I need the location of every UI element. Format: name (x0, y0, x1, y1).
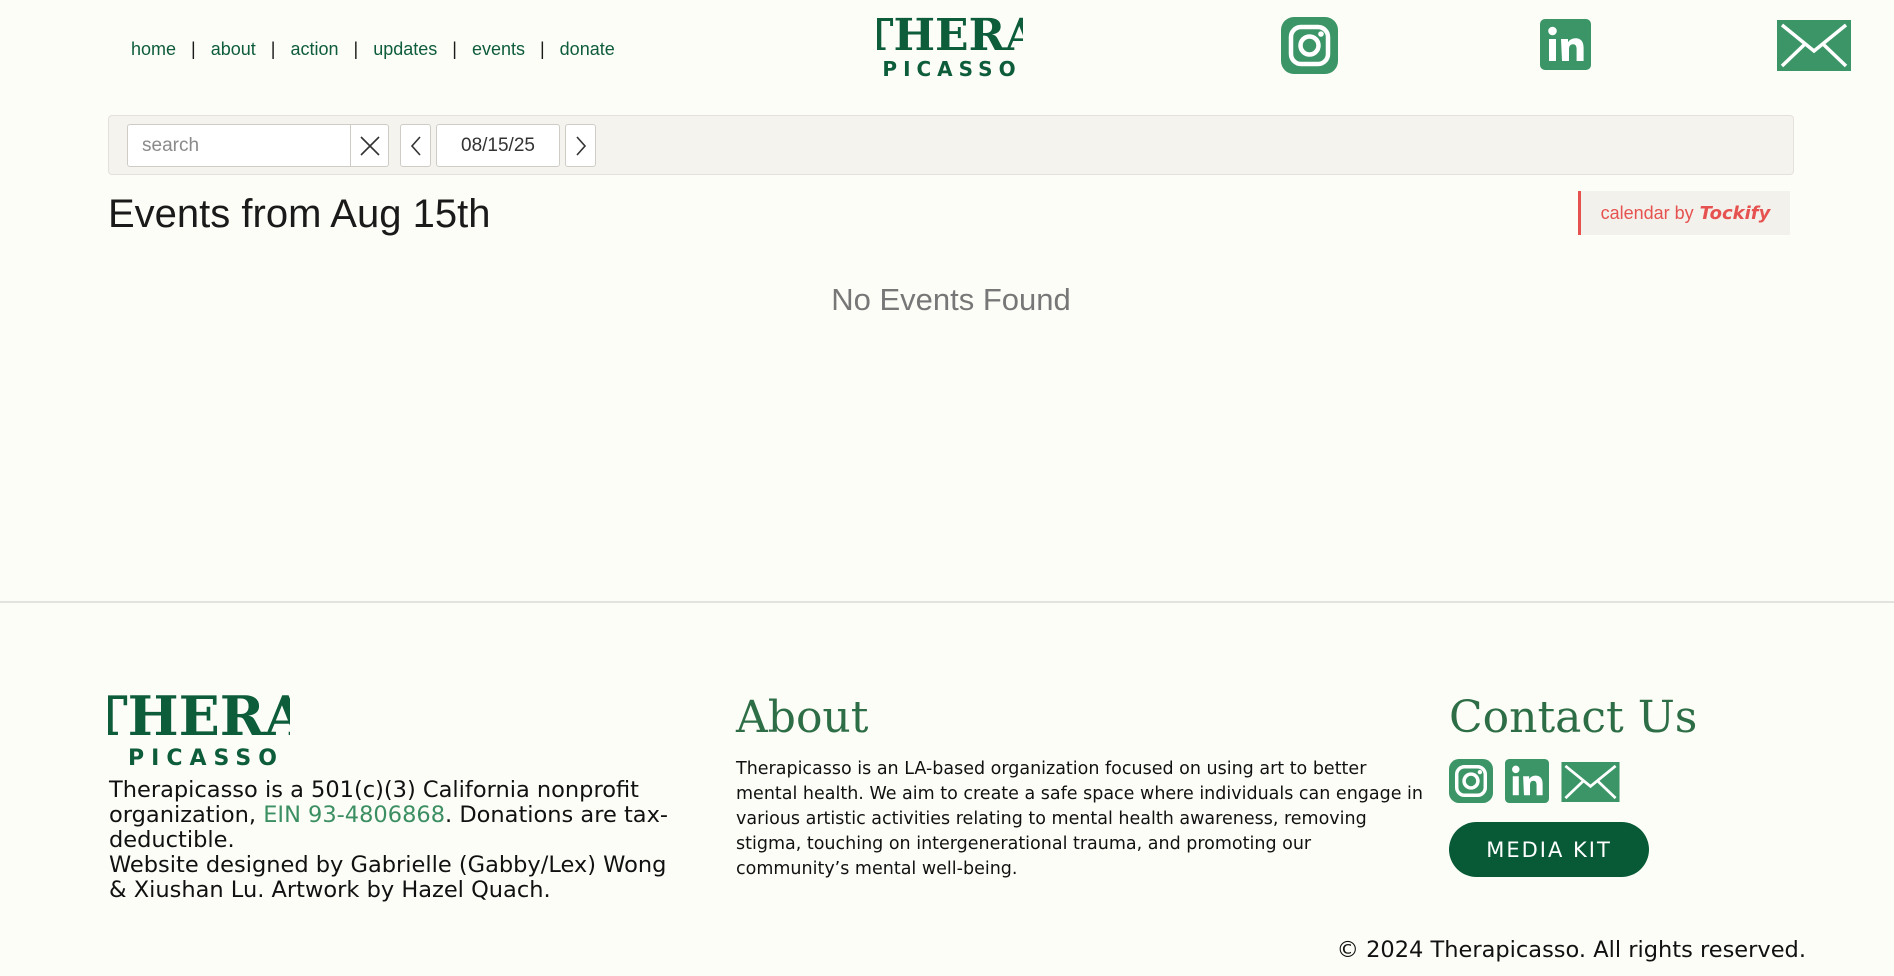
search-box (127, 124, 389, 167)
badge-prefix: calendar by (1600, 202, 1694, 223)
therapicasso-logo[interactable]: THERA PICASSO (861, 10, 1040, 81)
svg-text:PICASSO: PICASSO (882, 57, 1021, 80)
close-icon (359, 135, 380, 156)
nav-link-donate[interactable]: donate (560, 39, 615, 60)
svg-text:THERA: THERA (877, 14, 1023, 61)
nav-link-action[interactable]: action (290, 39, 338, 60)
next-date-button[interactable] (565, 124, 596, 167)
date-picker[interactable]: 08/15/25 (436, 124, 560, 167)
chevron-right-icon (575, 135, 586, 156)
media-kit-button[interactable]: MEDIA KIT (1449, 822, 1649, 877)
main-nav: home | about | action | updates | events… (131, 39, 615, 60)
tockify-badge[interactable]: calendar by Tockify (1578, 191, 1790, 235)
mail-icon[interactable] (1777, 20, 1851, 71)
nav-separator: | (353, 39, 359, 59)
instagram-icon[interactable] (1449, 759, 1493, 803)
nav-separator: | (270, 39, 276, 59)
calendar-toolbar: 08/15/25 (108, 115, 1794, 175)
instagram-icon[interactable] (1281, 17, 1338, 74)
about-text: Therapicasso is an LA-based organization… (736, 759, 1424, 879)
previous-date-button[interactable] (400, 124, 431, 167)
nav-link-about[interactable]: about (211, 39, 256, 60)
search-input[interactable] (128, 125, 352, 166)
chevron-left-icon (410, 135, 421, 156)
no-events-message: No Events Found (831, 282, 1071, 317)
credits-text: Website designed by Gabrielle (Gabby/Lex… (109, 852, 667, 903)
about-heading: About (736, 692, 869, 743)
footer-logo[interactable]: THERA PICASSO (87, 684, 307, 771)
clear-search-button[interactable] (350, 125, 388, 166)
nav-link-updates[interactable]: updates (373, 39, 437, 60)
ein-link[interactable]: EIN 93-4806868 (263, 802, 445, 828)
tockify-brand: Tockify (1699, 202, 1771, 224)
nav-link-events[interactable]: events (472, 39, 525, 60)
linkedin-icon[interactable] (1505, 759, 1549, 803)
linkedin-icon[interactable] (1540, 19, 1591, 70)
site-footer: THERA PICASSO Therapicasso is a 501(c)(3… (0, 603, 1894, 976)
copyright: © 2024 Therapicasso. All rights reserved… (1336, 937, 1806, 963)
events-heading: Events from Aug 15th (108, 192, 491, 236)
svg-text:PICASSO: PICASSO (128, 746, 284, 769)
nav-separator: | (539, 39, 545, 59)
site-header: home | about | action | updates | events… (0, 0, 1894, 100)
svg-text:THERA: THERA (108, 691, 290, 748)
org-description: Therapicasso is a 501(c)(3) California n… (109, 778, 669, 903)
contact-heading: Contact Us (1449, 692, 1698, 743)
nav-separator: | (452, 39, 457, 59)
nav-link-home[interactable]: home (131, 39, 176, 60)
mail-icon[interactable] (1561, 762, 1620, 802)
nav-separator: | (191, 39, 196, 59)
